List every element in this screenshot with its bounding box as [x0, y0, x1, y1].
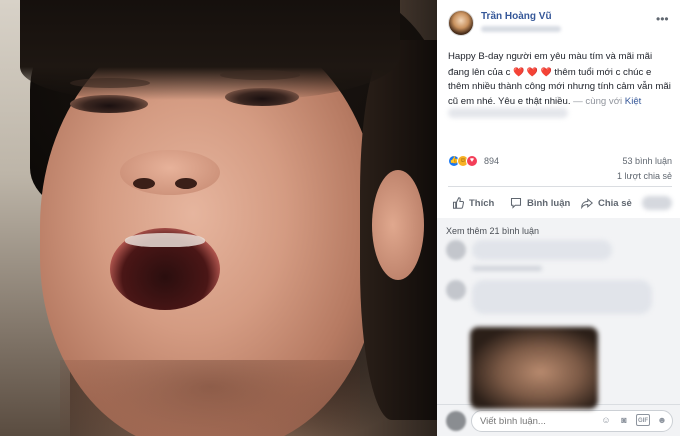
- camera-icon[interactable]: ◙: [618, 414, 630, 426]
- ear: [372, 170, 424, 280]
- emoji-icon[interactable]: ☺: [600, 414, 612, 426]
- nose: [120, 150, 220, 195]
- post-actions: Thích Bình luận Chia sẻ: [448, 190, 678, 216]
- gif-icon[interactable]: GIF: [636, 414, 650, 426]
- author-avatar[interactable]: [448, 10, 474, 36]
- post-meta-blurred: [481, 26, 561, 32]
- left-nostril: [133, 178, 155, 189]
- left-eyebrow: [70, 78, 150, 88]
- reaction-count[interactable]: 894: [484, 156, 499, 166]
- tag-prefix: — cùng với: [573, 95, 623, 107]
- audience-selector-blurred[interactable]: [642, 196, 672, 210]
- post-photo[interactable]: [0, 0, 437, 436]
- left-eye: [70, 95, 148, 113]
- comment-bubble: [472, 280, 652, 314]
- thumbs-up-icon: [452, 197, 464, 209]
- commenter-avatar: [446, 280, 466, 300]
- like-button[interactable]: Thích: [452, 190, 494, 216]
- like-label: Thích: [469, 197, 495, 209]
- comment-label: Bình luận: [527, 197, 571, 209]
- sticker-icon[interactable]: ☻: [656, 414, 668, 426]
- comment-count[interactable]: 53 bình luận: [622, 156, 672, 166]
- post-header: Trần Hoàng Vũ •••: [437, 0, 680, 40]
- comment-bubble: [472, 240, 612, 260]
- chin-shadow: [60, 360, 360, 436]
- right-nostril: [175, 178, 197, 189]
- comment-photo-blurred[interactable]: [470, 327, 598, 409]
- right-eyebrow: [220, 70, 300, 80]
- view-more-comments-link[interactable]: Xem thêm 21 bình luận: [446, 226, 539, 236]
- share-arrow-icon: [581, 198, 593, 209]
- right-eye: [225, 88, 299, 106]
- share-count[interactable]: 1 lượt chia sẻ: [617, 171, 672, 181]
- share-label: Chia sẻ: [598, 197, 632, 209]
- caption-blurred-line: [448, 108, 568, 118]
- post-caption: Happy B-day người em yêu màu tím và mãi …: [448, 50, 672, 109]
- heart-emojis: ❤️ ❤️ ❤️: [513, 66, 552, 77]
- share-button[interactable]: Chia sẻ: [581, 190, 632, 216]
- reactions-summary[interactable]: 👍 ☺ ♥ 894 53 bình luận 1 lượt chia sẻ: [448, 153, 672, 181]
- comment-button[interactable]: Bình luận: [510, 190, 570, 216]
- divider-top: [448, 186, 672, 187]
- tagged-friend-link[interactable]: Kiệt: [625, 96, 642, 107]
- author-name[interactable]: Trần Hoàng Vũ: [481, 11, 552, 22]
- comment-icon: [510, 197, 522, 209]
- current-user-avatar: [446, 411, 466, 431]
- more-options-icon[interactable]: •••: [656, 13, 669, 25]
- composer-tools: ☺ ◙ GIF ☻: [600, 414, 668, 426]
- commenter-avatar: [446, 240, 466, 260]
- comment-meta-blurred: [472, 266, 542, 271]
- love-reaction-icon: ♥: [466, 155, 478, 167]
- teeth: [125, 233, 205, 247]
